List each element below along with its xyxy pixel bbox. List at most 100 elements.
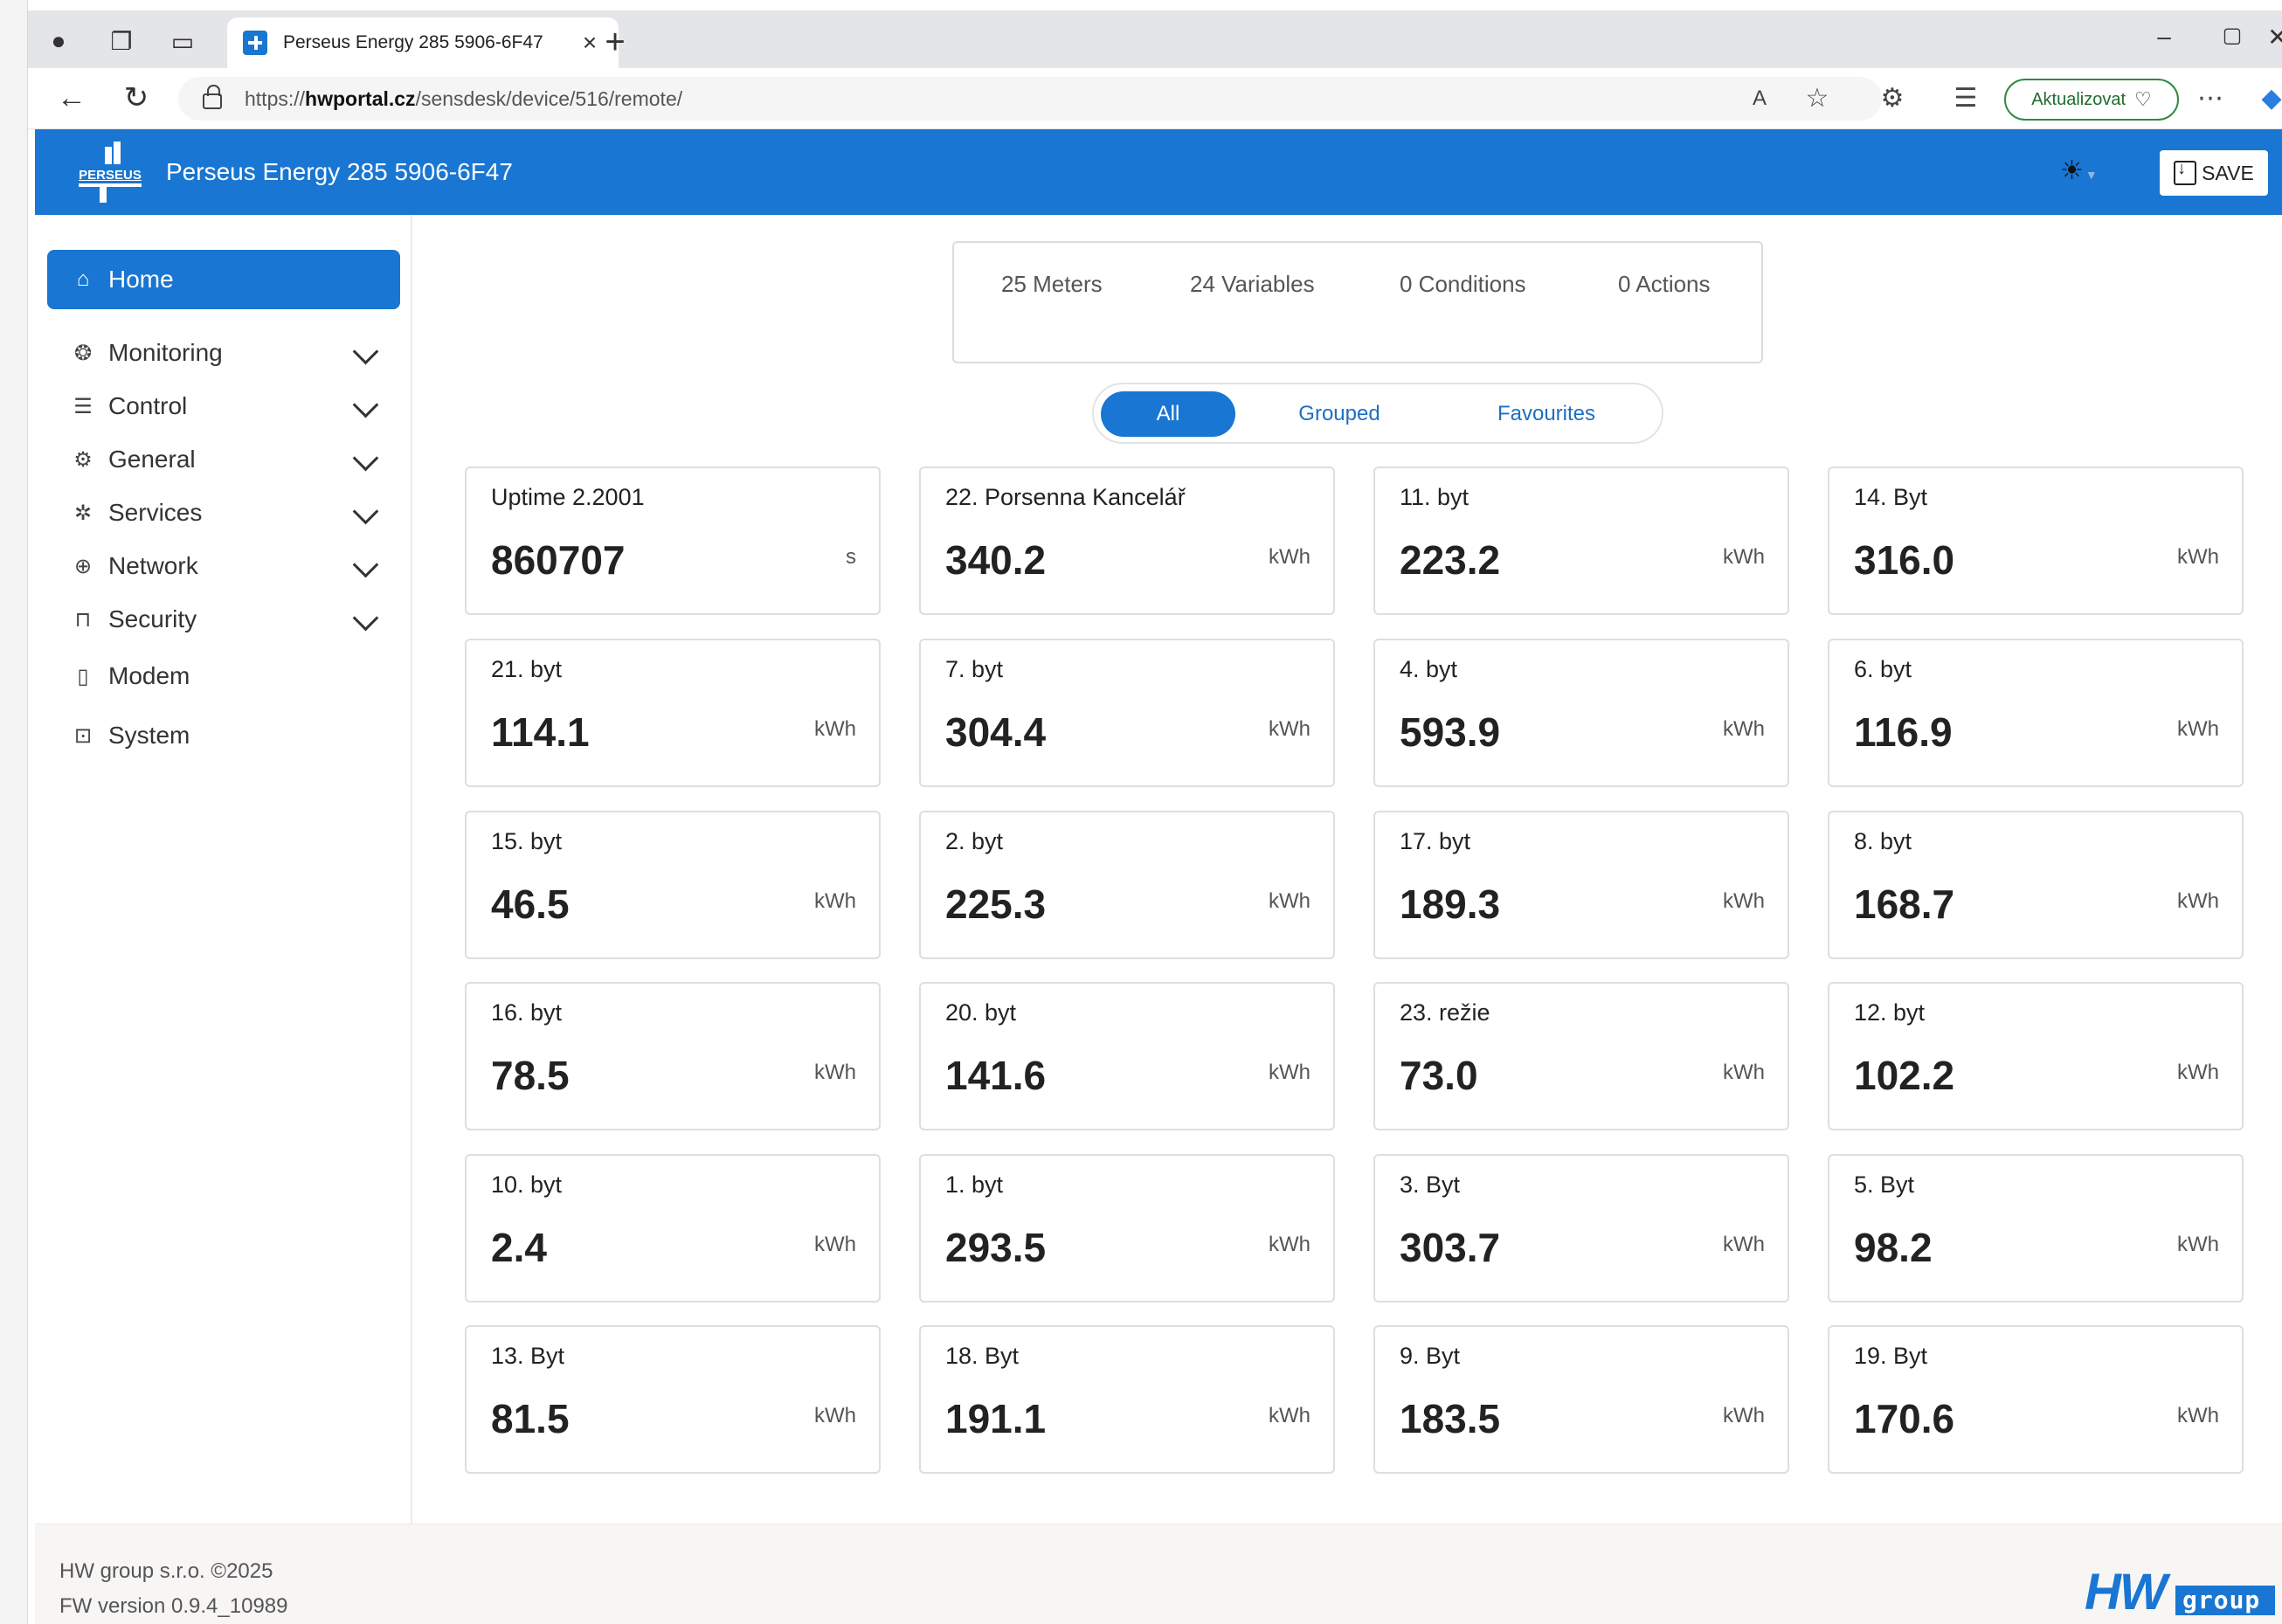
meter-value: 98.2 [1854, 1225, 1933, 1270]
save-button[interactable]: SAVE [2160, 150, 2268, 196]
favorites-list-icon[interactable]: ☰ [1947, 82, 1985, 115]
sidebar-item-security[interactable]: ⊓ Security [47, 595, 400, 644]
sidebar-item-general[interactable]: ⚙ General [47, 435, 400, 484]
modem-icon: ▯ [77, 664, 89, 688]
meter-unit: kWh [1723, 717, 1765, 741]
meter-name: 14. Byt [1854, 484, 1928, 510]
meter-card[interactable]: 8. byt 168.7 kWh [1828, 811, 2244, 959]
sidebar-item-modem[interactable]: ▯ Modem [47, 652, 400, 701]
meter-card[interactable]: 12. byt 102.2 kWh [1828, 982, 2244, 1130]
filter-favourites[interactable]: Favourites [1459, 391, 1634, 437]
meter-name: 1. byt [945, 1171, 1004, 1198]
meter-name: 7. byt [945, 656, 1004, 682]
sidebar-item-label: Control [108, 392, 188, 419]
filter-all[interactable]: All [1101, 391, 1235, 437]
maximize-icon[interactable]: ▢ [2210, 23, 2254, 48]
sidebar-item-home[interactable]: ⌂ Home [47, 250, 400, 309]
sidebar-item-control[interactable]: ☰ Control [47, 382, 400, 431]
extensions-icon[interactable]: ⚙ [1873, 82, 1912, 115]
chevron-down-icon[interactable] [349, 497, 381, 529]
sidebar-item-label: Modem [108, 662, 190, 689]
sidebar: ⌂ Home ❂ Monitoring ☰ Control ⚙ General … [35, 215, 412, 1524]
meter-card[interactable]: 18. Byt 191.1 kWh [919, 1325, 1335, 1474]
meter-unit: kWh [2177, 889, 2219, 913]
meter-card[interactable]: 22. Porsenna Kancelář 340.2 kWh [919, 466, 1335, 615]
close-window-icon[interactable]: ✕ [2256, 23, 2282, 52]
meter-card[interactable]: 7. byt 304.4 kWh [919, 639, 1335, 787]
chevron-down-icon[interactable] [349, 550, 381, 582]
meter-card[interactable]: 13. Byt 81.5 kWh [465, 1325, 881, 1474]
meter-name: 6. byt [1854, 656, 1912, 682]
meter-card[interactable]: 14. Byt 316.0 kWh [1828, 466, 2244, 615]
sidebar-item-label: Services [108, 499, 203, 526]
app-header: PERSEUS Perseus Energy 285 5906-6F47 ☀ ▼ … [35, 129, 2282, 215]
meter-card[interactable]: 21. byt 114.1 kWh [465, 639, 881, 787]
chevron-down-icon[interactable] [349, 444, 381, 475]
workspaces-icon[interactable]: ❐ [107, 26, 136, 56]
meter-card[interactable]: 16. byt 78.5 kWh [465, 982, 881, 1130]
meter-name: 21. byt [491, 656, 563, 682]
update-button[interactable]: Aktualizovat ♡ [2004, 79, 2179, 121]
chevron-down-icon[interactable] [349, 337, 381, 369]
meter-card[interactable]: 10. byt 2.4 kWh [465, 1154, 881, 1303]
chevron-down-icon: ▼ [2085, 168, 2098, 182]
conditions-count[interactable]: 0 Conditions [1400, 271, 1526, 298]
device-app: PERSEUS Perseus Energy 285 5906-6F47 ☀ ▼ … [35, 129, 2282, 1624]
meter-card[interactable]: 19. Byt 170.6 kWh [1828, 1325, 2244, 1474]
meter-value: 303.7 [1400, 1225, 1501, 1270]
meter-unit: kWh [1269, 545, 1310, 569]
meter-card[interactable]: 5. Byt 98.2 kWh [1828, 1154, 2244, 1303]
meter-card[interactable]: 11. byt 223.2 kWh [1373, 466, 1789, 615]
system-icon: ⊡ [73, 723, 93, 748]
meter-value: 293.5 [945, 1225, 1047, 1270]
meter-card[interactable]: 4. byt 593.9 kWh [1373, 639, 1789, 787]
lock-icon [203, 85, 222, 109]
chevron-down-icon[interactable] [349, 390, 381, 422]
copilot-icon[interactable]: ◆ [2252, 82, 2282, 115]
refresh-icon[interactable]: ↻ [117, 80, 156, 115]
meter-name: 13. Byt [491, 1343, 565, 1369]
sidebar-item-network[interactable]: ⊕ Network [47, 542, 400, 591]
meter-name: 3. Byt [1400, 1171, 1461, 1198]
meter-card[interactable]: 6. byt 116.9 kWh [1828, 639, 2244, 787]
sliders-icon: ☰ [73, 394, 93, 418]
sidebar-item-services[interactable]: ✲ Services [47, 488, 400, 537]
meter-card[interactable]: 2. byt 225.3 kWh [919, 811, 1335, 959]
theme-toggle[interactable]: ☀ ▼ [2060, 155, 2098, 186]
variables-count[interactable]: 24 Variables [1190, 271, 1315, 298]
meter-name: 2. byt [945, 828, 1004, 854]
meter-name: 15. byt [491, 828, 563, 854]
meter-card[interactable]: 17. byt 189.3 kWh [1373, 811, 1789, 959]
chevron-down-icon[interactable] [349, 604, 381, 635]
meter-card[interactable]: 23. režie 73.0 kWh [1373, 982, 1789, 1130]
meter-card[interactable]: 1. byt 293.5 kWh [919, 1154, 1335, 1303]
screen-edge [0, 0, 28, 1624]
main-content: 25 Meters 24 Variables 0 Conditions 0 Ac… [412, 215, 2282, 1524]
meter-value: 168.7 [1854, 881, 1955, 927]
minimize-icon[interactable]: – [2142, 23, 2186, 51]
favorite-star-icon[interactable]: ☆ [1798, 82, 1836, 115]
new-tab-icon[interactable]: + [596, 23, 634, 62]
meter-card[interactable]: 9. Byt 183.5 kWh [1373, 1325, 1789, 1474]
meter-value: 114.1 [491, 709, 590, 755]
read-aloud-icon[interactable]: A [1740, 82, 1779, 115]
profile-icon[interactable]: ● [44, 26, 73, 56]
url-field[interactable]: https://hwportal.cz/sensdesk/device/516/… [178, 77, 1882, 121]
more-options-icon[interactable]: ⋯ [2191, 82, 2230, 115]
filter-grouped[interactable]: Grouped [1265, 391, 1414, 437]
meter-value: 78.5 [491, 1053, 570, 1098]
browser-tab[interactable]: Perseus Energy 285 5906-6F47 × [227, 17, 619, 68]
sidebar-item-monitoring[interactable]: ❂ Monitoring [47, 328, 400, 377]
meter-unit: kWh [2177, 545, 2219, 569]
meter-card[interactable]: 20. byt 141.6 kWh [919, 982, 1335, 1130]
globe-icon: ⊕ [73, 554, 93, 578]
back-icon[interactable]: ← [52, 80, 91, 115]
meters-count[interactable]: 25 Meters [1001, 271, 1103, 298]
meter-card[interactable]: 15. byt 46.5 kWh [465, 811, 881, 959]
tab-actions-icon[interactable]: ▭ [168, 26, 197, 56]
meter-card[interactable]: 3. Byt 303.7 kWh [1373, 1154, 1789, 1303]
actions-count[interactable]: 0 Actions [1618, 271, 1711, 298]
sidebar-item-system[interactable]: ⊡ System [47, 711, 400, 760]
meter-card[interactable]: Uptime 2.2001 860707 s [465, 466, 881, 615]
save-icon [2174, 159, 2197, 185]
